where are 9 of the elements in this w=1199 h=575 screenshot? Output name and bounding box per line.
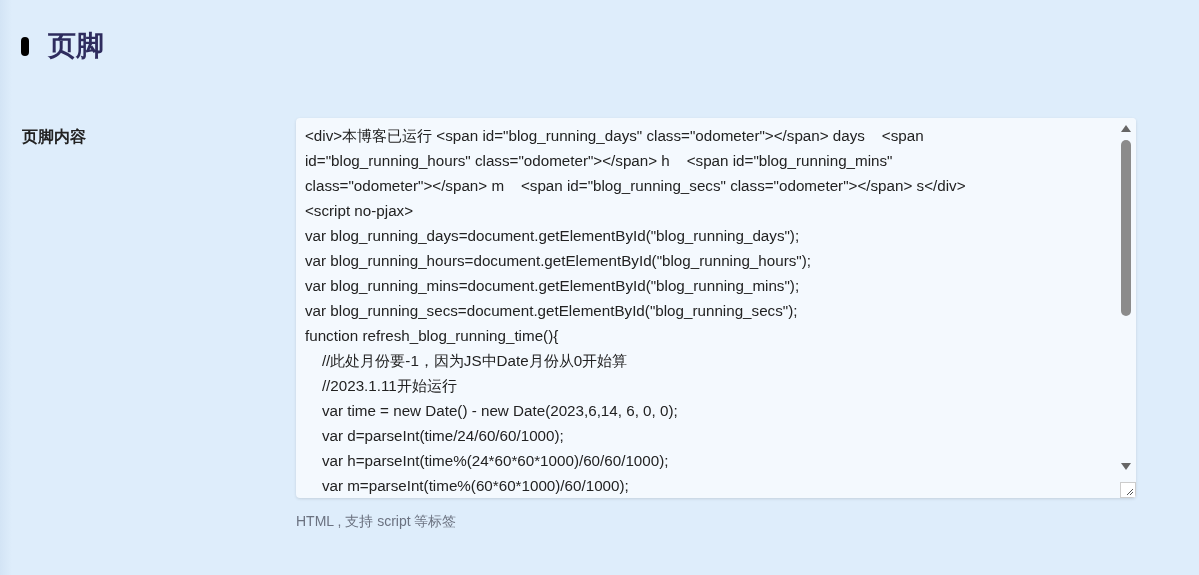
section-title: 页脚 — [48, 29, 104, 63]
scroll-up-icon[interactable] — [1121, 124, 1131, 132]
scrollbar-thumb[interactable] — [1121, 140, 1131, 316]
code-field[interactable]: <div>本博客已运行 <span id="blog_running_days" class="odometer"></span> days <span id="blog_running_hours" class="odometer"></span> h <span id="blog_running_mins" class="odometer"></span> m <span id="blog_running_secs" class="odometer"></span> s</div> <script no-pjax> var blog_running_days=document.getElementById("blog_running_days"); var blog_running_hours=document.getElementById("blog_running_hours"); var blog_running_mins=document.getElementById("blog_running_mins"); var blog_running_secs=document.getElementById("blog_running_secs"); function refresh_blog_running_time(){ //此处月份要-1，因为JS中Date月份从0开始算 //2023.1.11开始运行 var time = new Date() - new Date(2023,6,14, 6, 0, 0); var d=parseInt(time/24/60/60/1000); var h=parseInt(time%(24*60*60*1000)/60/60/1000); var m=parseInt(time%(60*60*1000)/60/1000); — [296, 118, 1136, 498]
field-label: 页脚内容 — [21, 127, 87, 147]
scroll-down-icon[interactable] — [1121, 463, 1131, 471]
heading-marker — [21, 36, 29, 56]
resize-grip-icon[interactable] — [1120, 482, 1136, 498]
field-hint: HTML , 支持 script 等标签 — [296, 513, 458, 531]
